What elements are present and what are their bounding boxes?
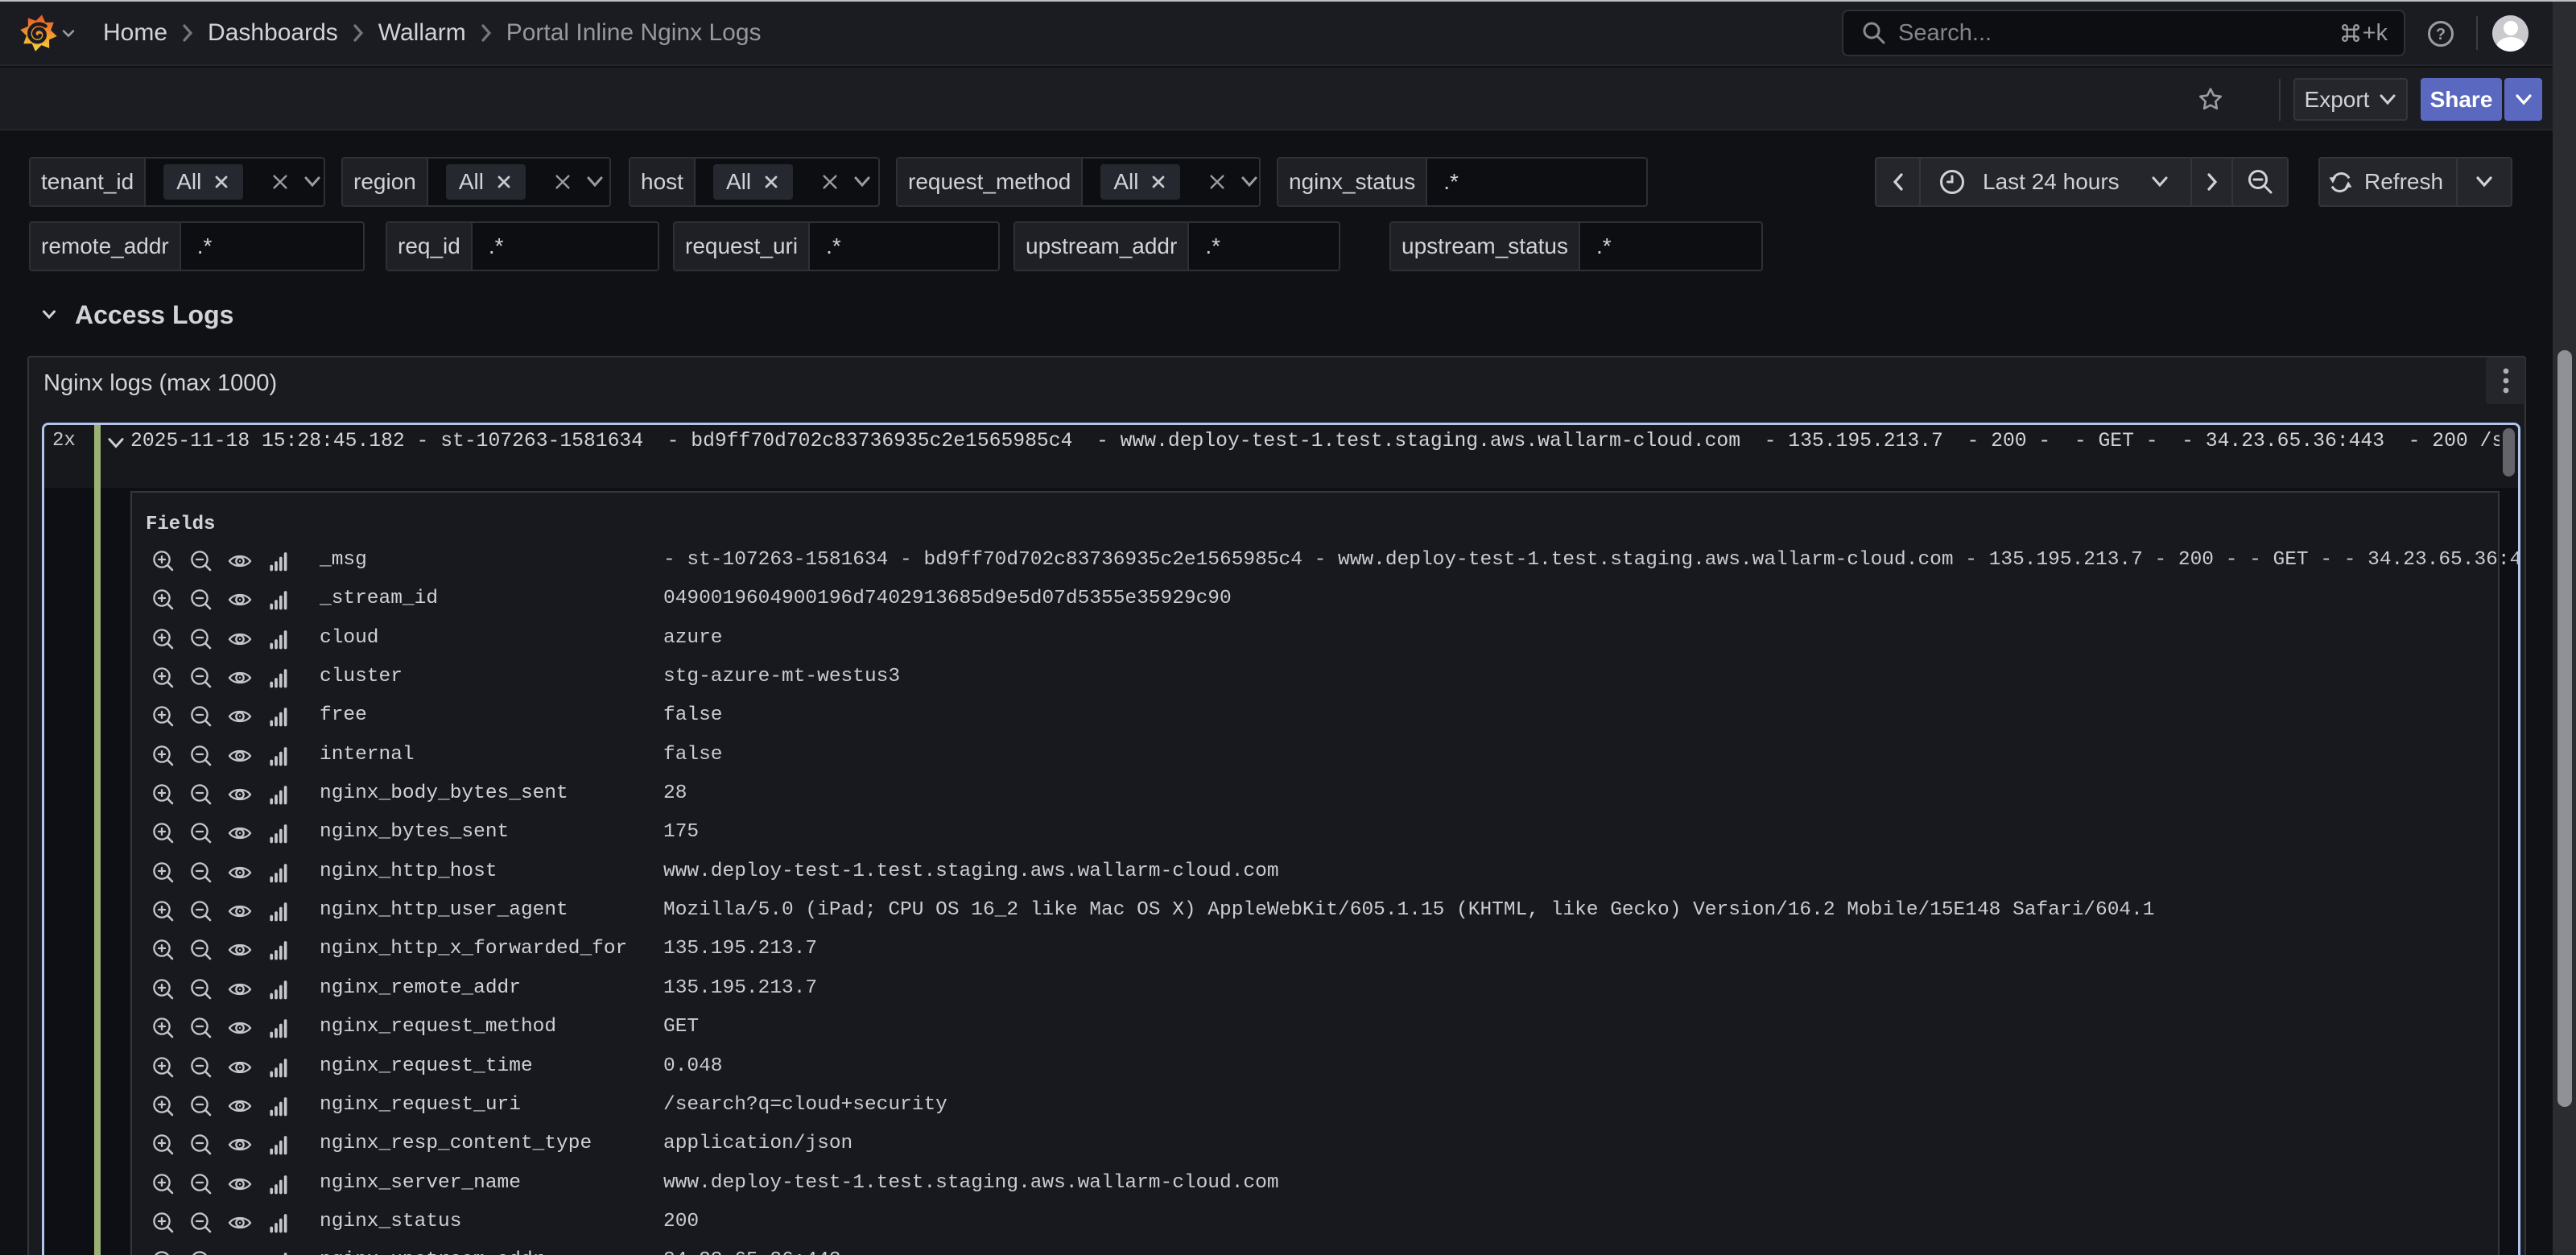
svg-text:?: ?	[2436, 26, 2446, 43]
